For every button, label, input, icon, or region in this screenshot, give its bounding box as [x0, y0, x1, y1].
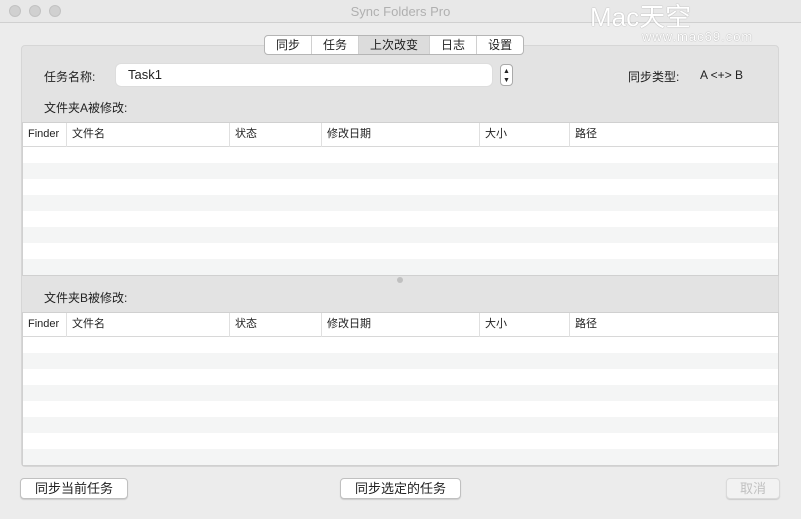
- task-name-field[interactable]: Task1: [116, 64, 492, 86]
- sync-selected-tasks-button[interactable]: 同步选定的任务: [340, 478, 461, 499]
- tab-last-changes[interactable]: 上次改变: [359, 36, 431, 54]
- window-title: Sync Folders Pro: [350, 4, 451, 19]
- column-status[interactable]: 状态: [230, 123, 322, 147]
- cancel-button[interactable]: 取消: [726, 478, 780, 499]
- folder-b-table[interactable]: Finder 文件名 状态 修改日期 大小 路径: [22, 312, 779, 466]
- sync-type-label: 同步类型:: [628, 70, 680, 84]
- table-header: Finder 文件名 状态 修改日期 大小 路径: [23, 123, 778, 147]
- folder-b-label: 文件夹B被修改:: [44, 291, 128, 305]
- tab-bar: 同步 任务 上次改变 日志 设置: [264, 35, 525, 55]
- zoom-button[interactable]: [49, 5, 61, 17]
- tab-tasks[interactable]: 任务: [312, 36, 360, 54]
- close-button[interactable]: [9, 5, 21, 17]
- folder-a-label: 文件夹A被修改:: [44, 101, 128, 115]
- column-finder[interactable]: Finder: [23, 123, 67, 147]
- table-body: [23, 337, 778, 465]
- tab-sync[interactable]: 同步: [265, 36, 313, 54]
- sync-type-value: A <+> B: [700, 68, 744, 82]
- tab-settings[interactable]: 设置: [477, 36, 523, 54]
- task-stepper[interactable]: ▲ ▼: [500, 64, 513, 86]
- split-divider-handle[interactable]: [397, 277, 403, 283]
- column-filename[interactable]: 文件名: [67, 313, 230, 337]
- column-finder[interactable]: Finder: [23, 313, 67, 337]
- column-size[interactable]: 大小: [480, 313, 570, 337]
- column-path[interactable]: 路径: [570, 313, 778, 337]
- sync-current-task-button[interactable]: 同步当前任务: [20, 478, 128, 499]
- column-path[interactable]: 路径: [570, 123, 778, 147]
- column-modified-date[interactable]: 修改日期: [322, 123, 480, 147]
- watermark: Mac天空 www.mac69.com: [590, 2, 754, 44]
- column-modified-date[interactable]: 修改日期: [322, 313, 480, 337]
- task-name-label: 任务名称:: [44, 70, 96, 84]
- minimize-button[interactable]: [29, 5, 41, 17]
- chevron-down-icon: ▼: [503, 77, 510, 84]
- table-body: [23, 147, 778, 275]
- table-header: Finder 文件名 状态 修改日期 大小 路径: [23, 313, 778, 337]
- chevron-up-icon: ▲: [503, 68, 510, 75]
- column-size[interactable]: 大小: [480, 123, 570, 147]
- tab-log[interactable]: 日志: [430, 36, 478, 54]
- column-filename[interactable]: 文件名: [67, 123, 230, 147]
- column-status[interactable]: 状态: [230, 313, 322, 337]
- folder-a-table[interactable]: Finder 文件名 状态 修改日期 大小 路径: [22, 122, 779, 276]
